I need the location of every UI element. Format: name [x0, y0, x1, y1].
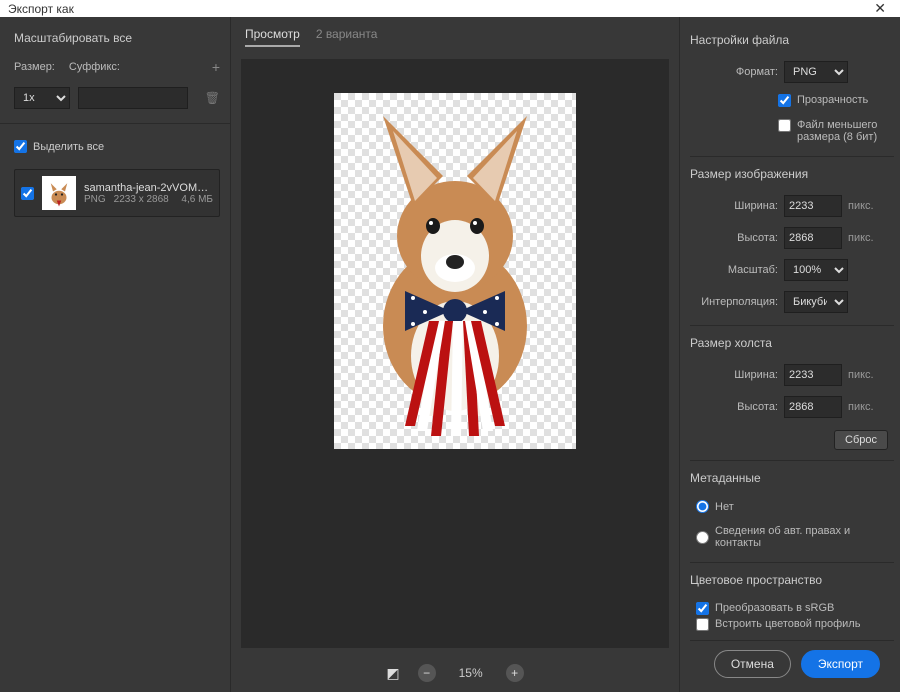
smaller-file-row[interactable]: Файл меньшего размера (8 бит): [778, 119, 894, 143]
section-metadata: Метаданные: [690, 460, 894, 485]
tabs: Просмотр 2 варианта: [231, 17, 679, 51]
main-layout: Масштабировать все Размер: Суффикс: + 1x…: [0, 17, 900, 692]
artboard: [334, 93, 576, 449]
reset-button[interactable]: Сброс: [834, 430, 888, 450]
height-input[interactable]: [784, 227, 842, 249]
tab-preview[interactable]: Просмотр: [245, 27, 300, 47]
add-scale-icon[interactable]: +: [212, 59, 220, 75]
meta-copyright-label: Сведения об авт. правах и контакты: [715, 525, 894, 549]
transparency-row[interactable]: Прозрачность: [778, 94, 894, 107]
checker-toggle-icon[interactable]: ◩: [386, 665, 399, 682]
divider: [0, 123, 230, 124]
width-input[interactable]: [784, 195, 842, 217]
asset-thumbnail: [42, 176, 76, 210]
titlebar: Экспорт как ✕: [0, 0, 900, 17]
meta-none-label: Нет: [715, 501, 734, 513]
canvas-height-label: Высота:: [690, 401, 778, 413]
width-unit: пикс.: [848, 200, 874, 212]
asset-checkbox[interactable]: [21, 187, 34, 200]
transparency-label: Прозрачность: [797, 94, 868, 106]
select-all-checkbox[interactable]: [14, 140, 27, 153]
smaller-file-label: Файл меньшего размера (8 бит): [797, 119, 894, 143]
asset-name: samantha-jean-2vVOMuxR3XU-...: [84, 182, 213, 194]
convert-srgb-checkbox[interactable]: [696, 602, 709, 615]
section-colorspace: Цветовое пространство: [690, 562, 894, 587]
asset-dimensions: 2233 x 2868: [114, 194, 169, 205]
convert-srgb-label: Преобразовать в sRGB: [715, 602, 834, 614]
center-panel: Просмотр 2 варианта: [230, 17, 680, 692]
smaller-file-checkbox[interactable]: [778, 119, 791, 132]
height-label: Высота:: [690, 232, 778, 244]
delete-scale-icon[interactable]: 🗑: [205, 91, 220, 105]
scale-label: Масштаб:: [690, 264, 778, 276]
height-unit: пикс.: [848, 232, 874, 244]
canvas-width-unit: пикс.: [848, 369, 874, 381]
right-panel: Настройки файла Формат: PNG Прозрачность…: [680, 17, 900, 692]
asset-row[interactable]: samantha-jean-2vVOMuxR3XU-... PNG 2233 x…: [14, 169, 220, 217]
resample-label: Интерполяция:: [690, 296, 778, 308]
asset-info: samantha-jean-2vVOMuxR3XU-... PNG 2233 x…: [84, 182, 213, 205]
canvas-height-unit: пикс.: [848, 401, 874, 413]
zoom-percent: 15%: [454, 666, 488, 680]
canvas-width-label: Ширина:: [690, 369, 778, 381]
asset-filesize: 4,6 МБ: [181, 194, 213, 205]
scale-suffix-input[interactable]: [78, 87, 188, 109]
cancel-button[interactable]: Отмена: [714, 650, 791, 678]
scale-all-heading: Масштабировать все: [14, 31, 220, 45]
canvas-viewport[interactable]: [241, 59, 669, 648]
asset-format: PNG: [84, 194, 106, 205]
canvas-width-input[interactable]: [784, 364, 842, 386]
scale-select[interactable]: 100%: [784, 259, 848, 281]
width-label: Ширина:: [690, 200, 778, 212]
section-image-size: Размер изображения: [690, 156, 894, 181]
section-canvas-size: Размер холста: [690, 325, 894, 350]
select-all-row[interactable]: Выделить все: [14, 140, 220, 153]
scale-inputs-row: 1x 🗑: [14, 87, 220, 109]
meta-none-radio[interactable]: [696, 500, 709, 513]
zoom-in-icon[interactable]: +: [506, 664, 524, 682]
export-button[interactable]: Экспорт: [801, 650, 880, 678]
meta-copyright-radio[interactable]: [696, 531, 709, 544]
resample-select[interactable]: Бикуби...: [784, 291, 848, 313]
zoom-out-icon[interactable]: −: [418, 664, 436, 682]
section-file-settings: Настройки файла: [690, 33, 894, 47]
format-select[interactable]: PNG: [784, 61, 848, 83]
preview-image: [335, 96, 575, 446]
size-label: Размер:: [14, 61, 55, 73]
suffix-label: Суффикс:: [69, 61, 120, 73]
window-title: Экспорт как: [8, 2, 74, 16]
format-label: Формат:: [690, 66, 778, 78]
scale-labels-row: Размер: Суффикс: +: [14, 59, 220, 75]
embed-profile-label: Встроить цветовой профиль: [715, 618, 860, 630]
tab-variants[interactable]: 2 варианта: [316, 27, 378, 47]
convert-srgb-row[interactable]: Преобразовать в sRGB: [696, 602, 894, 615]
select-all-label: Выделить все: [33, 141, 104, 153]
embed-profile-checkbox[interactable]: [696, 618, 709, 631]
transparency-checkbox[interactable]: [778, 94, 791, 107]
left-panel: Масштабировать все Размер: Суффикс: + 1x…: [0, 17, 230, 692]
embed-profile-row[interactable]: Встроить цветовой профиль: [696, 618, 894, 631]
scale-size-select[interactable]: 1x: [14, 87, 70, 109]
footer: Отмена Экспорт: [690, 640, 894, 686]
meta-none-row[interactable]: Нет: [696, 500, 894, 513]
close-icon[interactable]: ✕: [868, 0, 892, 17]
canvas-height-input[interactable]: [784, 396, 842, 418]
meta-copyright-row[interactable]: Сведения об авт. правах и контакты: [696, 525, 894, 549]
zoom-toolbar: ◩ − 15% +: [231, 656, 679, 692]
